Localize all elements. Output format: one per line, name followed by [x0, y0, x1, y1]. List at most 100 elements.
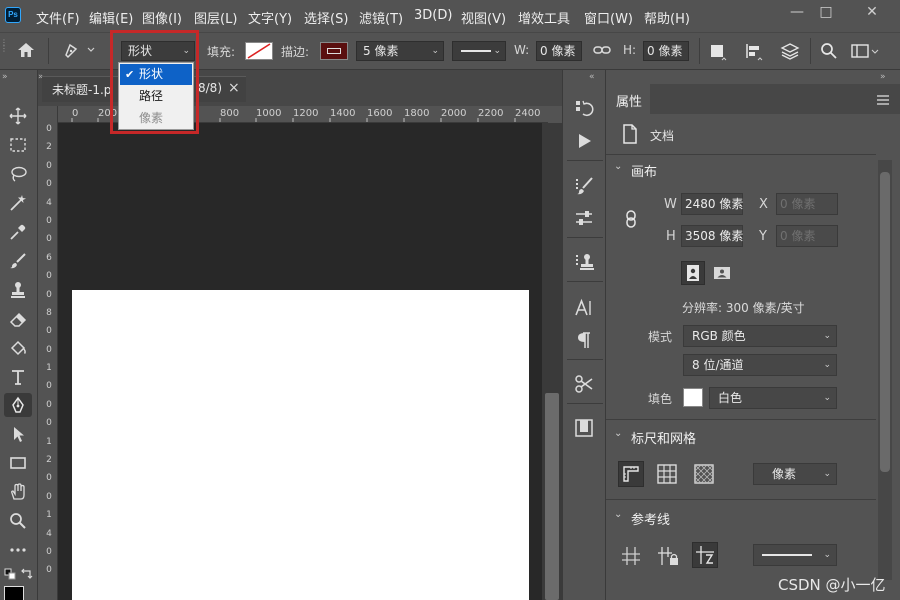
height-input[interactable]: 0 像素 [643, 41, 689, 61]
chevron-down-icon: ⌄ [431, 46, 439, 56]
path-operations-icon[interactable] [708, 42, 730, 62]
canvas-width-input[interactable]: 2480 像素 [681, 193, 743, 215]
swap-colors-icon[interactable] [20, 568, 34, 580]
smart-guides-icon [696, 546, 714, 564]
stroke-swatch[interactable] [320, 42, 348, 60]
fill-color-swatch[interactable] [683, 388, 703, 407]
menu-edit[interactable]: 编辑(E) [89, 8, 133, 27]
foreground-color-swatch[interactable] [4, 586, 24, 600]
menu-layer[interactable]: 图层(L) [194, 8, 237, 27]
character-panel-icon[interactable] [571, 296, 597, 320]
resolution-text: 分辨率: 300 像素/英寸 [682, 301, 805, 315]
clone-source-icon[interactable] [571, 250, 597, 274]
guides-icon[interactable] [620, 545, 642, 567]
eraser-tool-icon[interactable] [4, 307, 32, 331]
more-tools-icon[interactable] [4, 538, 32, 562]
landscape-orientation-icon[interactable] [711, 262, 733, 284]
chevron-down-icon[interactable]: ⌄ [614, 509, 622, 520]
properties-scrollbar-thumb[interactable] [880, 172, 890, 472]
portrait-orientation-button[interactable] [681, 261, 705, 285]
tool-presets-icon[interactable] [571, 372, 597, 396]
history-icon[interactable] [571, 96, 597, 120]
workspace-icon[interactable] [850, 42, 880, 60]
link-icon[interactable] [593, 43, 611, 57]
close-tab-icon[interactable]: × [228, 80, 240, 96]
grid-icon[interactable] [656, 463, 678, 485]
actions-play-icon[interactable] [571, 129, 597, 153]
path-arrangement-icon[interactable] [779, 42, 801, 62]
chevron-down-icon[interactable]: ⌄ [614, 161, 622, 172]
ruler-tick-label: 0 [46, 326, 52, 337]
menu-file[interactable]: 文件(F) [36, 8, 80, 27]
canvas-y-input[interactable]: 0 像素 [776, 225, 838, 247]
bit-depth-select[interactable]: 8 位/通道 ⌄ [683, 354, 837, 376]
menu-select[interactable]: 选择(S) [304, 8, 348, 27]
brush-tool-icon[interactable] [4, 249, 32, 273]
type-tool-icon[interactable] [4, 365, 32, 389]
eyedropper-tool-icon[interactable] [4, 220, 32, 244]
clone-stamp-tool-icon[interactable] [4, 278, 32, 302]
color-mode-select[interactable]: RGB 颜色 ⌄ [683, 325, 837, 347]
panel-menu-icon[interactable] [876, 94, 890, 106]
menu-image[interactable]: 图像(I) [142, 8, 182, 27]
fill-swatch[interactable] [245, 42, 273, 60]
lock-guides-icon[interactable] [656, 545, 680, 567]
watermark-text: CSDN @小一亿 [778, 576, 886, 594]
close-button[interactable]: ✕ [860, 3, 884, 21]
canvas-height-input[interactable]: 3508 像素 [681, 225, 743, 247]
lasso-tool-icon[interactable] [4, 162, 32, 186]
tab-properties[interactable]: 属性 [606, 84, 650, 114]
document-canvas[interactable] [72, 290, 529, 600]
move-tool-icon[interactable] [4, 104, 32, 128]
hand-tool-icon[interactable] [4, 480, 32, 504]
adjustment-sliders-icon[interactable] [571, 206, 597, 230]
pen-tool-preset-icon[interactable] [62, 41, 96, 59]
bit-depth-value: 8 位/通道 [692, 358, 744, 372]
path-alignment-icon[interactable] [744, 42, 766, 62]
canvas-y-label: Y [759, 229, 767, 244]
magic-wand-tool-icon[interactable] [4, 191, 32, 215]
menu-3d[interactable]: 3D(D) [414, 8, 452, 23]
paint-bucket-tool-icon[interactable] [4, 336, 32, 360]
rulers-toggle-button[interactable] [618, 461, 644, 487]
menu-filter[interactable]: 滤镜(T) [359, 8, 403, 27]
collapse-panel-icon[interactable]: » [880, 72, 886, 82]
libraries-icon[interactable] [571, 416, 597, 440]
canvas-x-input[interactable]: 0 像素 [776, 193, 838, 215]
search-icon[interactable] [820, 42, 838, 60]
stroke-width-select[interactable]: 5 像素 ⌄ [356, 41, 444, 61]
collapse-panel-icon[interactable]: » [2, 72, 8, 82]
document-vertical-scrollbar[interactable] [542, 123, 562, 600]
pixel-grid-icon[interactable] [693, 463, 715, 485]
scrollbar-thumb[interactable] [545, 393, 559, 600]
smart-guides-button[interactable] [692, 542, 718, 568]
maximize-button[interactable]: □ [814, 3, 838, 21]
rectangle-tool-icon[interactable] [4, 451, 32, 475]
collapse-dock-icon[interactable]: « [589, 72, 595, 82]
menu-window[interactable]: 窗口(W) [584, 8, 633, 27]
fill-color-select[interactable]: 白色 ⌄ [709, 387, 837, 409]
paragraph-panel-icon[interactable] [571, 328, 597, 352]
guide-line-style-select[interactable]: ⌄ [753, 544, 837, 566]
menu-type[interactable]: 文字(Y) [248, 8, 292, 27]
zoom-tool-icon[interactable] [4, 509, 32, 533]
ruler-unit-select[interactable]: 像素 ⌄ [753, 463, 837, 485]
menu-help[interactable]: 帮助(H) [644, 8, 690, 27]
brush-settings-icon[interactable] [571, 174, 597, 198]
menu-plugins[interactable]: 增效工具 [518, 8, 570, 27]
stroke-type-select[interactable]: ⌄ [452, 41, 506, 61]
home-icon[interactable] [16, 41, 36, 59]
default-colors-icon[interactable] [4, 568, 16, 580]
link-dimensions-icon[interactable] [624, 210, 638, 228]
path-selection-tool-icon[interactable] [4, 422, 32, 446]
ruler-tick-label: 0 [46, 289, 52, 300]
ruler-tick-label: 0 [46, 381, 52, 392]
chevron-down-icon[interactable]: ⌄ [614, 428, 622, 439]
pen-tool-icon[interactable] [4, 393, 32, 417]
menu-bar: Ps 文件(F) 编辑(E) 图像(I) 图层(L) 文字(Y) 选择(S) 滤… [0, 0, 900, 32]
width-input[interactable]: 0 像素 [536, 41, 582, 61]
menu-view[interactable]: 视图(V) [461, 8, 506, 27]
canvas-x-label: X [759, 197, 768, 212]
minimize-button[interactable]: — [785, 3, 809, 21]
marquee-tool-icon[interactable] [4, 133, 32, 157]
